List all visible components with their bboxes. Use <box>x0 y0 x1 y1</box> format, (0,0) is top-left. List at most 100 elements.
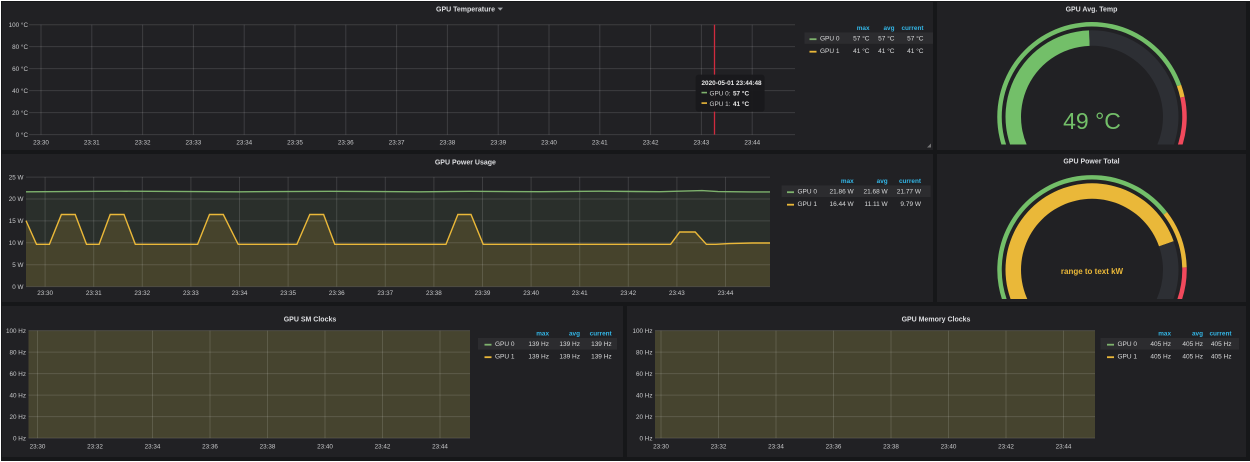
svg-text:23:36: 23:36 <box>202 444 218 451</box>
svg-text:range to text kW: range to text kW <box>1061 267 1124 276</box>
svg-text:23:35: 23:35 <box>280 290 296 297</box>
svg-text:GPU Temperature: GPU Temperature <box>436 7 495 14</box>
svg-text:GPU 1: GPU 1 <box>1118 354 1138 361</box>
svg-text:23:34: 23:34 <box>145 444 161 451</box>
svg-text:max: max <box>841 178 854 185</box>
svg-text:23:40: 23:40 <box>523 290 539 297</box>
svg-text:0 Hz: 0 Hz <box>640 435 653 442</box>
svg-text:40 Hz: 40 Hz <box>636 392 652 399</box>
svg-text:max: max <box>1158 330 1171 337</box>
svg-text:139 Hz: 139 Hz <box>591 354 612 361</box>
svg-text:41 °C: 41 °C <box>853 47 870 55</box>
svg-text:60 Hz: 60 Hz <box>636 371 652 378</box>
svg-text:23:33: 23:33 <box>183 290 199 297</box>
svg-text:57 °C: 57 °C <box>853 35 870 43</box>
svg-text:23:38: 23:38 <box>440 140 456 147</box>
svg-text:405 Hz: 405 Hz <box>1150 354 1171 361</box>
svg-text:139 Hz: 139 Hz <box>528 354 549 361</box>
svg-text:23:43: 23:43 <box>694 140 710 147</box>
svg-text:49 °C: 49 °C <box>1063 108 1121 134</box>
svg-text:11.11 W: 11.11 W <box>864 201 888 208</box>
svg-text:23:42: 23:42 <box>643 140 659 147</box>
svg-text:avg: avg <box>1192 330 1203 337</box>
svg-text:5 W: 5 W <box>12 262 23 269</box>
svg-text:GPU Power Total: GPU Power Total <box>1063 159 1119 166</box>
svg-text:23:41: 23:41 <box>572 290 588 297</box>
svg-text:0 °C: 0 °C <box>16 131 29 139</box>
svg-text:23:44: 23:44 <box>432 444 448 451</box>
svg-text:23:33: 23:33 <box>186 140 202 147</box>
svg-text:57 °C: 57 °C <box>733 90 749 98</box>
svg-text:current: current <box>1209 330 1232 337</box>
svg-text:23:32: 23:32 <box>711 444 727 451</box>
svg-text:23:31: 23:31 <box>86 290 102 297</box>
svg-text:current: current <box>901 25 924 32</box>
svg-text:GPU 1: GPU 1 <box>495 354 515 361</box>
svg-text:GPU 0: GPU 0 <box>820 36 840 43</box>
svg-text:405 Hz: 405 Hz <box>1211 354 1232 361</box>
svg-text:21.68 W: 21.68 W <box>863 189 888 196</box>
svg-text:23:38: 23:38 <box>260 444 276 451</box>
svg-text:avg: avg <box>569 330 580 337</box>
svg-text:139 Hz: 139 Hz <box>559 354 580 361</box>
svg-text:23:30: 23:30 <box>30 444 46 451</box>
svg-text:25 W: 25 W <box>9 174 24 181</box>
svg-text:avg: avg <box>877 178 888 185</box>
svg-text:23:37: 23:37 <box>377 290 393 297</box>
svg-text:max: max <box>857 25 870 32</box>
svg-text:100 °C: 100 °C <box>9 21 29 29</box>
svg-text:23:40: 23:40 <box>317 444 333 451</box>
svg-text:23:35: 23:35 <box>287 140 303 147</box>
svg-text:current: current <box>899 178 922 185</box>
svg-text:GPU Power Usage: GPU Power Usage <box>435 160 496 167</box>
svg-text:405 Hz: 405 Hz <box>1211 341 1232 348</box>
svg-text:23:30: 23:30 <box>37 290 53 297</box>
svg-text:23:36: 23:36 <box>329 290 345 297</box>
svg-text:57 °C: 57 °C <box>878 35 895 43</box>
svg-text:23:44: 23:44 <box>718 290 734 297</box>
svg-text:41 °C: 41 °C <box>878 47 895 55</box>
svg-text:20 Hz: 20 Hz <box>636 414 652 421</box>
svg-text:60 Hz: 60 Hz <box>10 371 26 378</box>
svg-text:15 W: 15 W <box>9 218 24 225</box>
svg-text:9.79 W: 9.79 W <box>900 201 921 208</box>
svg-text:20 °C: 20 °C <box>12 109 28 117</box>
svg-text:20 Hz: 20 Hz <box>10 414 26 421</box>
svg-text:23:44: 23:44 <box>1056 444 1072 451</box>
svg-text:23:32: 23:32 <box>135 140 151 147</box>
svg-text:GPU SM Clocks: GPU SM Clocks <box>284 317 337 324</box>
svg-text:2020-05-01 23:44:48: 2020-05-01 23:44:48 <box>702 80 762 87</box>
svg-text:23:34: 23:34 <box>236 140 252 147</box>
svg-text:20 W: 20 W <box>9 196 24 203</box>
svg-text:GPU 1:: GPU 1: <box>710 101 731 108</box>
svg-text:23:42: 23:42 <box>620 290 636 297</box>
svg-text:23:39: 23:39 <box>475 290 491 297</box>
svg-text:16.44 W: 16.44 W <box>829 201 854 208</box>
svg-text:23:34: 23:34 <box>768 444 784 451</box>
svg-text:23:39: 23:39 <box>490 140 506 147</box>
svg-text:23:31: 23:31 <box>84 140 100 147</box>
svg-text:0 W: 0 W <box>12 284 23 291</box>
svg-text:23:41: 23:41 <box>592 140 608 147</box>
svg-text:139 Hz: 139 Hz <box>528 341 549 348</box>
svg-text:avg: avg <box>883 25 894 32</box>
svg-text:100 Hz: 100 Hz <box>6 328 26 335</box>
svg-text:GPU 0: GPU 0 <box>798 189 818 196</box>
svg-text:23:43: 23:43 <box>669 290 685 297</box>
svg-text:60 °C: 60 °C <box>12 65 28 73</box>
svg-text:100 Hz: 100 Hz <box>633 328 653 335</box>
svg-text:405 Hz: 405 Hz <box>1182 354 1203 361</box>
svg-text:23:32: 23:32 <box>134 290 150 297</box>
svg-text:139 Hz: 139 Hz <box>591 341 612 348</box>
svg-text:23:44: 23:44 <box>744 140 760 147</box>
svg-text:GPU 1: GPU 1 <box>820 48 840 55</box>
svg-text:GPU 1: GPU 1 <box>798 201 818 208</box>
svg-text:23:37: 23:37 <box>389 140 405 147</box>
svg-text:GPU Avg. Temp: GPU Avg. Temp <box>1066 7 1118 14</box>
svg-text:23:34: 23:34 <box>232 290 248 297</box>
svg-text:23:30: 23:30 <box>653 444 669 451</box>
svg-text:23:32: 23:32 <box>87 444 103 451</box>
svg-text:41 °C: 41 °C <box>733 100 749 108</box>
svg-text:GPU 0: GPU 0 <box>495 341 515 348</box>
svg-text:GPU 0:: GPU 0: <box>710 91 731 98</box>
